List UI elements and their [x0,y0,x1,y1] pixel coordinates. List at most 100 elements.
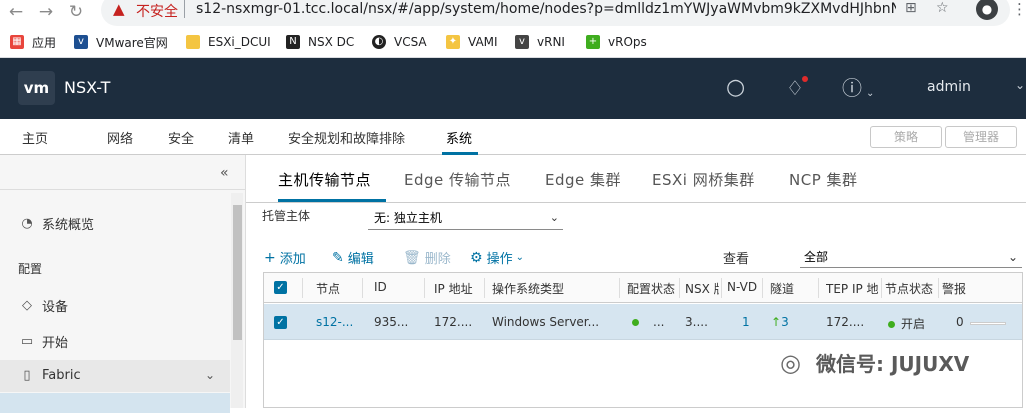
vami-icon: ✦ [446,35,460,49]
vmware-logo[interactable]: vm [18,71,55,105]
bookmark-vami[interactable]: ✦ VAMI [446,33,498,51]
help-chevron-icon[interactable]: ⌄ [866,80,874,108]
actions-menu-button[interactable]: ⚙ 操作 ⌄ [470,248,524,268]
edit-button[interactable]: ✎ 编辑 [332,248,374,268]
bookmark-vmware[interactable]: v VMware官网 [74,33,168,51]
add-button[interactable]: + 添加 [264,248,306,268]
add-label: 添加 [279,252,306,267]
sidebar-item-fabric[interactable]: ▯ Fabric [18,368,80,383]
tab-host-transport-nodes[interactable]: 主机传输节点 [278,169,371,190]
nsx-icon: N [286,35,300,49]
column-header-tep-ip[interactable]: TEP IP 地 [826,280,882,297]
sidebar-section-config: 配置 [18,262,43,276]
column-separator [302,278,303,298]
sidebar-subitem-selected[interactable] [0,393,230,413]
forward-icon[interactable]: → [36,2,56,22]
column-separator [818,278,819,298]
nav-inventory[interactable]: 清单 [228,128,254,147]
tab-ncp-clusters[interactable]: NCP 集群 [789,169,858,190]
cell-alarms[interactable]: 0 [956,315,970,329]
cell-nvds[interactable]: 1 [742,315,760,329]
view-label: 查看 [723,252,750,267]
nav-plan-troubleshoot[interactable]: 安全规划和故障排除 [288,128,405,147]
node-status-text: 开启 [901,317,926,331]
url-text[interactable]: s12-nsxmgr-01.tcc.local/nsx/#/app/system… [196,1,896,17]
bookmark-vrni[interactable]: v vRNI [515,33,565,51]
column-header-config-status[interactable]: 配置状态 [627,280,679,297]
tab-esxi-bridge-clusters[interactable]: ESXi 网桥集群 [652,169,755,190]
gauge-icon: ◔ [21,216,33,231]
sidebar-item-appliances[interactable]: ◇ 设备 [18,296,68,315]
column-header-os[interactable]: 操作系统类型 [492,280,616,297]
search-icon[interactable]: ○ [726,74,745,102]
back-icon[interactable]: ← [6,2,26,22]
monitor-icon: ▭ [20,334,34,349]
column-header-tunnels[interactable]: 隧道 [770,280,816,297]
trash-icon: 🗑 [403,249,421,266]
vmware-icon: v [74,35,88,49]
bookmark-apps[interactable]: ▦ 应用 [10,33,56,51]
cell-node[interactable]: s12-... [316,315,360,329]
watermark: ◎ 微信号: JUJUXV [780,348,969,377]
column-header-alarms[interactable]: 警报 [942,280,986,297]
cube-icon: ◇ [22,298,32,313]
browser-address-bar: ← → ↻ ▲ 不安全 s12-nsxmgr-01.tcc.local/nsx/… [0,0,1026,26]
bookmark-esxi-dcui[interactable]: ESXi_DCUI [186,33,271,51]
chevron-down-icon[interactable]: ⌄ [1015,78,1025,92]
bookmark-nsx-dc[interactable]: N NSX DC [286,33,354,51]
translate-icon[interactable]: ⊞ [905,0,917,16]
column-header-nvds[interactable]: N-VD [727,280,760,294]
delete-button[interactable]: 🗑 删除 [403,248,451,268]
nav-security[interactable]: 安全 [168,128,194,147]
sidebar-item-get-started[interactable]: ▭ 开始 [18,332,68,351]
url-separator [184,0,185,18]
content-tabs: 主机传输节点 Edge 传输节点 Edge 集群 ESXi 网桥集群 NCP 集… [246,155,1026,203]
notification-dot [802,76,808,82]
bookmark-label: vROps [608,35,647,49]
tab-edge-transport-nodes[interactable]: Edge 传输节点 [404,169,511,190]
tab-edge-clusters[interactable]: Edge 集群 [545,169,621,190]
column-separator [619,278,620,298]
cell-id: 935... [374,315,409,329]
bookmarks-bar: ▦ 应用 v VMware官网 ESXi_DCUI N NSX DC ◐ VCSA ✦ V… [0,26,1026,58]
table-row[interactable]: ✓ s12-... 935... 172.... Windows Server.… [264,304,1022,340]
cell-config-status[interactable]: ... [632,315,678,329]
sidebar-item-overview[interactable]: ◔ 系统概览 [18,214,94,233]
select-all-checkbox[interactable]: ✓ [274,281,287,294]
browser-menu-icon[interactable]: ⋮ [1012,0,1026,18]
manager-mode-button[interactable]: 管理器 [945,126,1017,148]
reload-icon[interactable]: ↻ [66,2,86,22]
cell-tunnels[interactable]: ↑3 [771,315,817,329]
row-checkbox[interactable]: ✓ [274,316,287,329]
policy-mode-button[interactable]: 策略 [870,126,942,148]
column-header-ip[interactable]: IP 地址 [434,280,486,297]
star-icon[interactable]: ☆ [936,0,949,16]
document-icon: ▯ [23,368,31,383]
nav-networking[interactable]: 网络 [107,128,133,147]
folder-icon [186,35,200,49]
chevron-down-icon[interactable]: ⌄ [205,368,215,382]
watermark-text: 微信号: JUJUXV [816,352,970,376]
cell-ip: 172.... [434,315,473,329]
column-separator [938,278,939,298]
collapse-sidebar-icon[interactable]: « [220,165,229,181]
bookmark-label: 应用 [32,35,57,50]
managed-by-select[interactable]: 无: 独立主机 ⌄ [368,208,563,230]
vrops-icon: + [586,35,600,49]
view-select[interactable]: 全部 ⌄ [800,248,1022,268]
help-icon[interactable]: ⓘ [842,74,862,102]
column-header-node-status[interactable]: 节点状态 [885,280,937,297]
bookmark-vrops[interactable]: + vROps [586,33,647,51]
insecure-label[interactable]: 不安全 [136,1,178,21]
column-header-id[interactable]: ID [374,280,422,294]
column-header-node[interactable]: 节点 [316,280,360,297]
bookmark-vcsa[interactable]: ◐ VCSA [372,33,427,51]
success-status-icon [888,321,895,328]
column-header-nsx-version[interactable]: NSX 版 [685,280,719,297]
bookmark-label: NSX DC [308,35,355,49]
sidebar-scroll-thumb[interactable] [233,205,242,340]
warning-icon[interactable]: ▲ [113,0,125,18]
nav-system[interactable]: 系统 [446,128,472,147]
user-menu[interactable]: admin [927,79,971,95]
nav-home[interactable]: 主页 [22,128,48,147]
